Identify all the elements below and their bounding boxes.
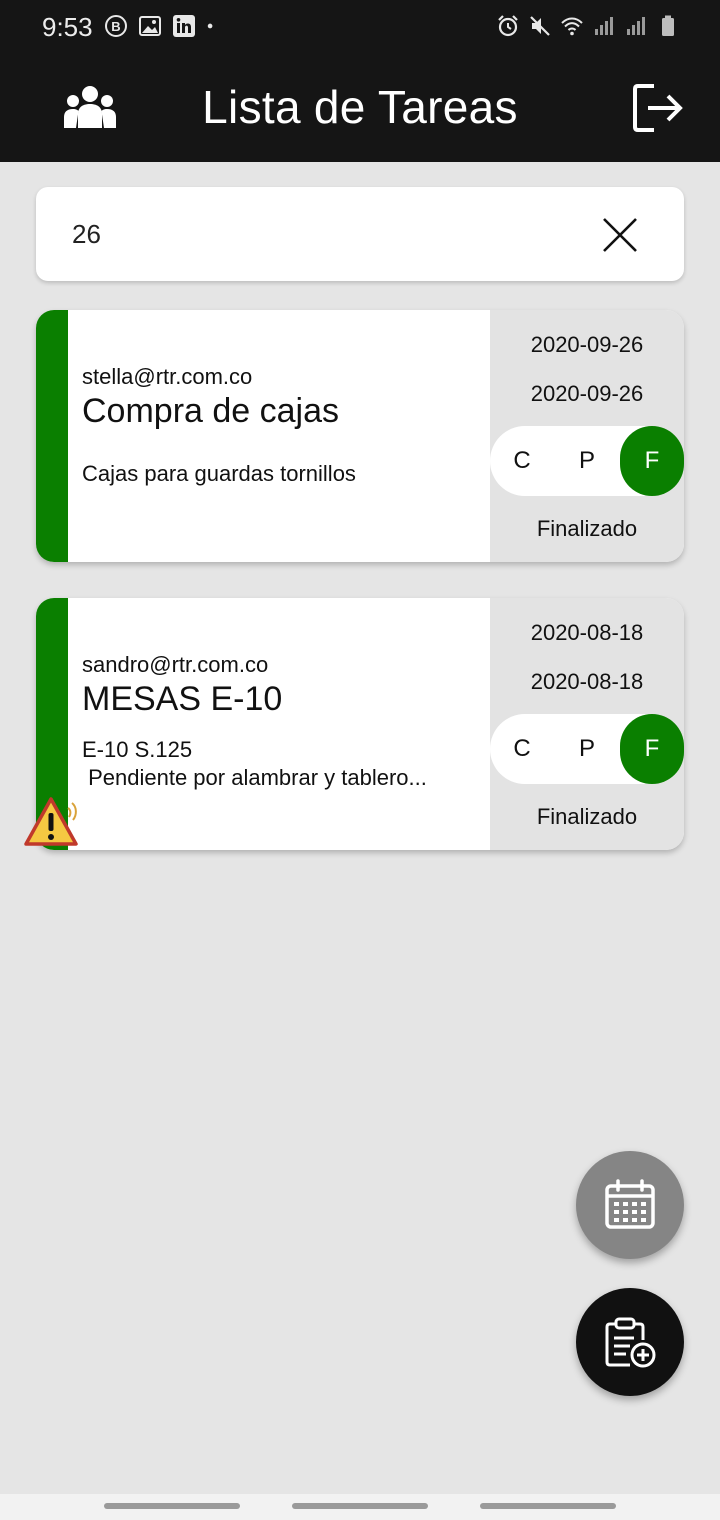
task-card[interactable]: sandro@rtr.com.co MESAS E-10 E-10 S.125 … (36, 598, 684, 850)
battery-icon (662, 15, 674, 36)
task-description-line: E-10 S.125 (82, 737, 193, 762)
task-start-date: 2020-08-18 (530, 620, 644, 645)
task-email: stella@rtr.com.co (82, 364, 253, 389)
image-icon (139, 16, 161, 36)
search-input[interactable] (66, 211, 566, 257)
task-description: E-10 S.125 Pendiente por alambrar y tabl… (82, 736, 482, 792)
system-nav-bar (0, 1494, 720, 1520)
task-email: sandro@rtr.com.co (82, 652, 269, 677)
dot-icon (207, 23, 213, 29)
task-end-date: 2020-09-26 (530, 381, 644, 406)
task-card[interactable]: stella@rtr.com.co Compra de cajas Cajas … (36, 310, 684, 562)
task-side-panel: 2020-08-18 2020-08-18 C P F Finalizado (490, 598, 684, 850)
task-title: MESAS E-10 (82, 680, 283, 718)
nav-recents-button[interactable] (104, 1503, 240, 1509)
task-status-text: Finalizado (536, 516, 638, 541)
system-icons (496, 14, 680, 38)
status-stripe (36, 310, 68, 562)
task-description: Cajas para guardas tornillos (82, 461, 356, 486)
linkedin-icon (173, 15, 195, 37)
task-start-date: 2020-09-26 (530, 332, 644, 357)
calendar-button[interactable] (576, 1151, 684, 1259)
mute-icon (530, 16, 550, 36)
task-side-panel: 2020-09-26 2020-09-26 C P F Finalizado (490, 310, 684, 562)
task-body: sandro@rtr.com.co MESAS E-10 E-10 S.125 … (68, 598, 490, 850)
nav-home-button[interactable] (292, 1503, 428, 1509)
state-p-button[interactable]: P (555, 714, 619, 784)
wifi-icon (561, 17, 583, 36)
task-description-line: Pendiente por alambrar y tablero... (82, 765, 427, 790)
close-icon[interactable] (602, 217, 638, 253)
task-end-date: 2020-08-18 (530, 669, 644, 694)
alarm-icon (498, 15, 518, 37)
nav-back-button[interactable] (480, 1503, 616, 1509)
search-box (36, 187, 684, 281)
signal-icon (595, 17, 613, 35)
state-c-button[interactable]: C (490, 714, 554, 784)
signal-2-icon (627, 17, 645, 35)
status-bar: 9:53 B (0, 0, 720, 56)
state-f-button[interactable]: F (620, 714, 684, 784)
notification-icons: B (104, 14, 220, 38)
state-f-button[interactable]: F (620, 426, 684, 496)
state-c-button[interactable]: C (490, 426, 554, 496)
logout-icon[interactable] (632, 82, 684, 134)
app-bar: Lista de Tareas (0, 56, 720, 162)
status-time: 9:53 (42, 12, 93, 42)
state-selector: C P F (490, 426, 684, 496)
b-badge-icon: B (105, 15, 127, 37)
task-body: stella@rtr.com.co Compra de cajas Cajas … (68, 310, 490, 562)
task-status-text: Finalizado (536, 804, 638, 829)
state-selector: C P F (490, 714, 684, 784)
state-p-button[interactable]: P (555, 426, 619, 496)
add-task-button[interactable] (576, 1288, 684, 1396)
task-title: Compra de cajas (82, 392, 340, 430)
page-title: Lista de Tareas (202, 81, 518, 133)
add-task-icon (605, 1317, 656, 1368)
svg-text:B: B (111, 19, 120, 34)
warning-icon (24, 797, 78, 846)
calendar-icon (605, 1179, 655, 1229)
